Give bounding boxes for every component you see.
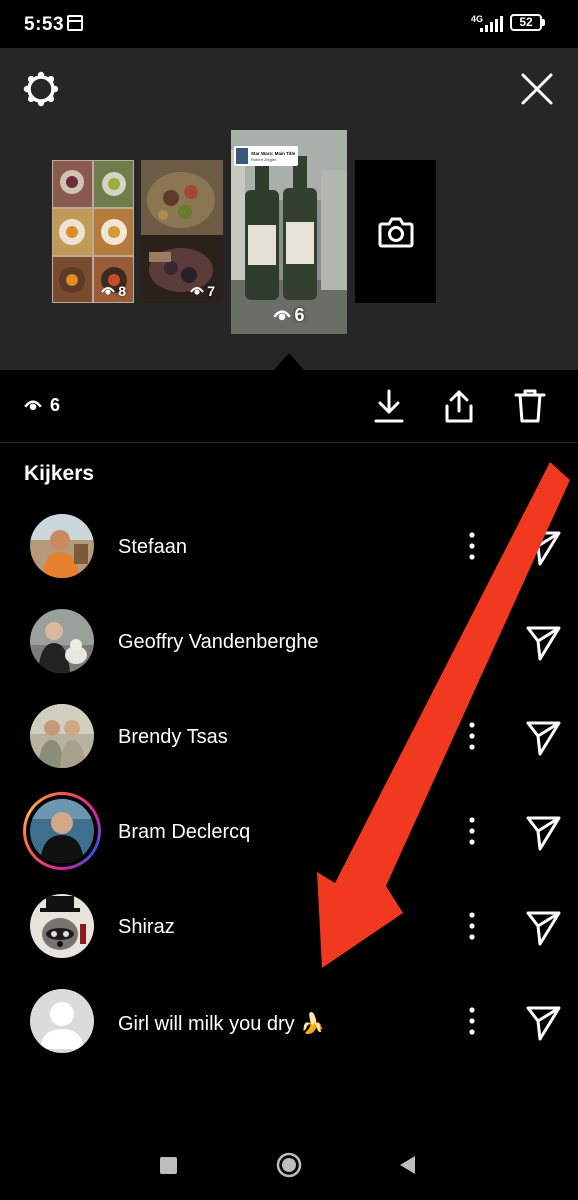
send-message-icon[interactable] — [523, 623, 563, 661]
viewer-row[interactable]: Geoffry Vandenberghe — [0, 595, 578, 689]
recent-apps-button[interactable] — [160, 1157, 177, 1174]
avatar[interactable] — [30, 514, 94, 578]
back-button[interactable] — [397, 1154, 417, 1176]
story-thumbnail-2[interactable]: 7 — [141, 160, 223, 303]
eye-icon — [24, 400, 42, 411]
selected-story-pointer — [274, 353, 304, 370]
status-time: 5:53 — [24, 14, 65, 35]
send-message-icon[interactable] — [523, 718, 563, 756]
viewer-name[interactable]: Stefaan — [118, 536, 187, 559]
music-sticker-artist: Robert Ziegler — [251, 157, 277, 162]
thumbnail-views: 8 — [101, 283, 126, 299]
send-message-icon[interactable] — [523, 813, 563, 851]
viewer-name[interactable]: Geoffry Vandenberghe — [118, 631, 319, 654]
send-message-icon[interactable] — [523, 528, 563, 566]
avatar[interactable] — [30, 799, 94, 863]
default-avatar-icon[interactable] — [30, 989, 94, 1053]
avatar[interactable] — [30, 894, 94, 958]
more-options-icon[interactable] — [462, 720, 482, 752]
viewer-row[interactable]: Girl will milk you dry 🍌 — [0, 975, 578, 1069]
viewer-name[interactable]: Brendy Tsas — [118, 726, 228, 749]
status-bar: 5:53 4G 52 — [0, 0, 578, 48]
story-thumbnail-1[interactable]: 8 — [52, 160, 134, 303]
viewer-name[interactable]: Bram Declercq — [118, 821, 250, 844]
add-story-camera-button[interactable] — [355, 160, 436, 303]
calendar-notification-icon — [67, 15, 83, 31]
viewer-name[interactable]: Shiraz — [118, 916, 175, 939]
battery-icon: 52 — [510, 14, 542, 31]
story-view-count: 6 — [24, 395, 60, 416]
battery-tip — [542, 19, 545, 26]
story-thumbnail-3-selected[interactable]: Star Wars: Main Title Robert Ziegler 6 — [231, 130, 347, 334]
avatar[interactable] — [30, 609, 94, 673]
avatar[interactable] — [30, 704, 94, 768]
bottles-image: Star Wars: Main Title Robert Ziegler — [231, 130, 347, 334]
viewer-row[interactable]: Brendy Tsas — [0, 690, 578, 784]
story-actions-row: 6 — [0, 370, 578, 443]
close-icon[interactable] — [518, 70, 556, 108]
battery-level: 52 — [519, 15, 533, 29]
camera-icon — [378, 217, 413, 247]
thumbnail-views: 6 — [231, 305, 347, 326]
download-icon[interactable] — [372, 388, 406, 424]
music-sticker-title: Star Wars: Main Title — [251, 151, 296, 156]
food-collage-image — [52, 160, 134, 303]
viewers-heading: Kijkers — [24, 462, 95, 485]
more-options-icon[interactable] — [462, 815, 482, 847]
viewer-row[interactable]: Shiraz — [0, 880, 578, 974]
home-button[interactable] — [276, 1152, 302, 1178]
share-icon[interactable] — [442, 388, 476, 424]
eye-icon — [273, 310, 292, 321]
trash-icon[interactable] — [513, 388, 547, 424]
viewer-row[interactable]: Stefaan — [0, 500, 578, 594]
thumbnail-views: 7 — [190, 283, 215, 299]
send-message-icon[interactable] — [523, 1003, 563, 1041]
plated-dish-image — [141, 160, 223, 303]
viewer-row[interactable]: Bram Declercq — [0, 785, 578, 879]
eye-icon — [101, 287, 116, 295]
send-message-icon[interactable] — [523, 908, 563, 946]
settings-gear-icon[interactable] — [22, 70, 60, 108]
system-navigation-bar — [0, 1130, 578, 1200]
more-options-icon[interactable] — [462, 1005, 482, 1037]
more-options-icon[interactable] — [462, 910, 482, 942]
eye-icon — [190, 287, 205, 295]
more-options-icon[interactable] — [462, 530, 482, 562]
signal-icon — [480, 16, 503, 32]
viewer-name[interactable]: Girl will milk you dry 🍌 — [118, 1011, 325, 1036]
more-options-icon[interactable] — [462, 625, 482, 657]
